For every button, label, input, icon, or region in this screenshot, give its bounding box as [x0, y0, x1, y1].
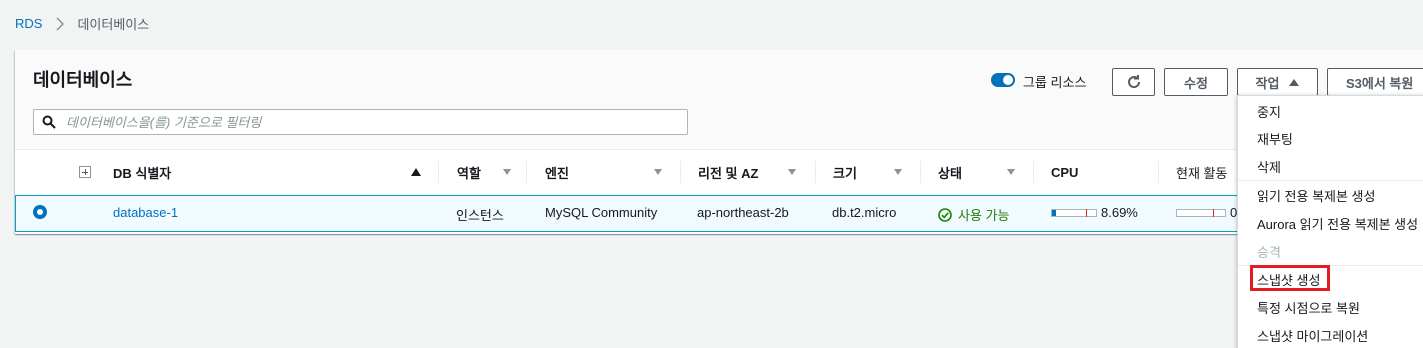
sort-icon — [654, 169, 662, 175]
expand-all-icon[interactable] — [79, 166, 91, 178]
column-label: 크기 — [833, 165, 857, 181]
column-divider — [1158, 161, 1159, 183]
filter-search-box[interactable] — [33, 109, 688, 135]
cpu-usage-bar — [1051, 209, 1097, 217]
menu-divider — [1238, 180, 1423, 181]
menu-item-restore-point-in-time[interactable]: 특정 시점으로 복원 — [1257, 298, 1360, 317]
edit-button[interactable]: 수정 — [1164, 68, 1228, 96]
column-label: 현재 활동 — [1176, 165, 1228, 181]
actions-button-label: 작업 — [1255, 75, 1280, 91]
page-title: 데이터베이스 — [33, 70, 133, 90]
actions-dropdown-menu: 중지 재부팅 삭제 읽기 전용 복제본 생성 Aurora 읽기 전용 복제본 … — [1237, 95, 1423, 348]
column-divider — [815, 161, 816, 183]
column-label: 엔진 — [545, 165, 569, 181]
panel-header — [15, 50, 1423, 150]
menu-item-reboot[interactable]: 재부팅 — [1257, 129, 1293, 148]
chevron-right-icon — [56, 16, 65, 31]
activity-threshold-marker — [1213, 209, 1214, 217]
db-identifier-link[interactable]: database-1 — [113, 205, 178, 220]
column-header-status[interactable]: 상태 — [938, 150, 1028, 194]
column-header-region[interactable]: 리전 및 AZ — [698, 150, 818, 194]
status-badge: 사용 가능 — [938, 205, 1009, 224]
search-icon — [42, 115, 56, 129]
actions-button[interactable]: 작업 — [1237, 68, 1318, 96]
group-resources-label: 그룹 리소스 — [1023, 75, 1087, 90]
column-label: CPU — [1051, 164, 1079, 180]
refresh-icon — [1127, 75, 1140, 89]
cpu-value: 8.69% — [1101, 205, 1138, 220]
menu-item-stop[interactable]: 중지 — [1257, 102, 1281, 121]
search-input[interactable] — [66, 113, 666, 131]
column-header-size[interactable]: 크기 — [833, 150, 923, 194]
caret-up-icon — [1289, 78, 1300, 86]
column-header-role[interactable]: 역할 — [457, 150, 527, 194]
engine-cell: MySQL Community — [545, 205, 658, 220]
role-cell: 인스턴스 — [456, 208, 504, 223]
toggle-knob — [1003, 75, 1013, 85]
refresh-button[interactable] — [1112, 68, 1155, 96]
region-cell: ap-northeast-2b — [697, 205, 789, 220]
sort-icon — [788, 169, 796, 175]
column-label: 리전 및 AZ — [698, 165, 759, 181]
column-label: 역할 — [457, 165, 481, 181]
column-header-db-identifier[interactable]: DB 식별자 — [113, 150, 433, 194]
group-resources-toggle[interactable] — [991, 73, 1015, 87]
restore-from-s3-button[interactable]: S3에서 복원 — [1327, 68, 1423, 96]
row-select-radio[interactable] — [33, 205, 47, 219]
column-divider — [680, 161, 681, 183]
column-divider — [920, 161, 921, 183]
menu-item-delete[interactable]: 삭제 — [1257, 157, 1281, 176]
column-label: DB 식별자 — [113, 165, 172, 181]
breadcrumb-current: 데이터베이스 — [77, 17, 150, 32]
activity-bar — [1176, 209, 1226, 217]
menu-item-migrate-snapshot[interactable]: 스냅샷 마이그레이션 — [1257, 326, 1368, 345]
sort-ascending-icon — [411, 168, 421, 176]
check-circle-icon — [938, 207, 952, 222]
sort-icon — [894, 169, 902, 175]
breadcrumb-rds-link[interactable]: RDS — [15, 16, 42, 31]
column-label: 상태 — [938, 165, 962, 181]
column-header-engine[interactable]: 엔진 — [545, 150, 665, 194]
size-cell: db.t2.micro — [832, 205, 897, 220]
sort-icon — [503, 169, 511, 175]
column-divider — [526, 161, 527, 183]
column-divider — [1033, 161, 1034, 183]
cpu-threshold-marker — [1086, 209, 1087, 217]
status-text: 사용 가능 — [958, 208, 1010, 223]
cpu-usage-fill — [1052, 210, 1056, 216]
column-divider — [438, 161, 439, 183]
menu-item-promote: 승격 — [1257, 245, 1281, 260]
menu-item-create-read-replica[interactable]: 읽기 전용 복제본 생성 — [1257, 186, 1375, 205]
column-header-cpu[interactable]: CPU — [1051, 150, 1141, 194]
sort-icon — [1007, 169, 1015, 175]
databases-panel: 데이터베이스 그룹 리소스 수정 작업 S3에서 복원 DB 식별자 역할 엔진 — [15, 50, 1423, 234]
menu-item-take-snapshot[interactable]: 스냅샷 생성 — [1257, 270, 1320, 289]
menu-item-create-aurora-read-replica[interactable]: Aurora 읽기 전용 복제본 생성 — [1257, 214, 1418, 233]
breadcrumb: RDS 데이터베이스 — [15, 14, 149, 33]
